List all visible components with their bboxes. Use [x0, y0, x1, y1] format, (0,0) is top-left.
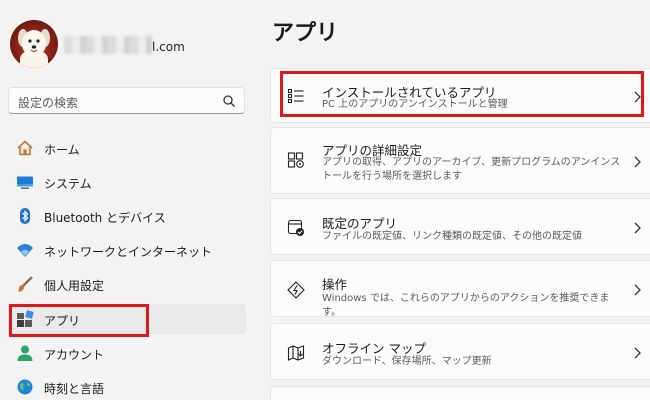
sidebar-item-home[interactable]: ホーム	[8, 133, 246, 163]
user-profile[interactable]: l.com	[10, 20, 250, 70]
card-description: PC 上のアプリのアンインストールと管理	[322, 99, 508, 110]
sidebar-item-label: 個人用設定	[44, 279, 105, 293]
card-description: ファイルの既定値、リンク種類の既定値、その他の既定値	[322, 231, 582, 242]
sidebar-item-personalization[interactable]: 個人用設定	[8, 269, 246, 299]
card-default-apps[interactable]: 既定のアプリ ファイルの既定値、リンク種類の既定値、その他の既定値	[270, 198, 650, 255]
installed-apps-icon	[287, 87, 305, 105]
brush-icon	[16, 275, 34, 293]
avatar[interactable]	[10, 20, 58, 68]
sidebar-item-label: システム	[44, 177, 92, 191]
card-actions[interactable]: 操作 Windows では、これらのアプリからのアクションを推奨できます。	[270, 260, 650, 318]
card-description: アプリの取得、アプリのアーカイブ、更新プログラムのアンインストールを行う場所を選…	[322, 157, 621, 182]
sidebar-item-system[interactable]: システム	[8, 167, 246, 197]
chevron-right-icon	[632, 283, 642, 297]
card-advanced-app-settings[interactable]: アプリの詳細設定 アプリの取得、アプリのアーカイブ、更新プログラムのアンインスト…	[270, 127, 650, 194]
bluetooth-icon	[16, 207, 34, 225]
card-offline-maps[interactable]: オフライン マップ ダウンロード、保存場所、マップ更新	[270, 323, 650, 380]
search-placeholder: 設定の検索	[18, 96, 79, 110]
search-icon[interactable]	[222, 94, 236, 108]
network-icon	[16, 241, 34, 259]
system-icon	[16, 173, 34, 191]
sidebar-item-label: ネットワークとインターネット	[44, 245, 213, 259]
sidebar-item-label: アカウント	[44, 348, 105, 362]
account-email: l.com	[152, 40, 185, 54]
sidebar-item-apps[interactable]: アプリ	[8, 304, 246, 334]
sidebar-item-time-language[interactable]: 時刻と言語	[8, 372, 246, 400]
sidebar-item-label: 時刻と言語	[44, 382, 105, 396]
advanced-apps-icon	[287, 151, 305, 169]
chevron-right-icon	[632, 346, 642, 360]
default-apps-icon	[287, 219, 305, 237]
card-description: Windows では、これらのアプリからのアクションを推奨できます。	[322, 293, 610, 318]
sidebar-item-label: アプリ	[44, 314, 81, 328]
search-input[interactable]: 設定の検索	[8, 87, 245, 114]
chevron-right-icon	[632, 90, 642, 104]
chevron-right-icon	[632, 155, 642, 169]
card-description: ダウンロード、保存場所、マップ更新	[322, 356, 492, 367]
offline-map-icon	[287, 344, 305, 362]
home-icon	[16, 139, 34, 157]
card-title: 操作	[322, 277, 348, 292]
card-installed-apps[interactable]: インストールされているアプリ PC 上のアプリのアンインストールと管理	[270, 68, 650, 123]
sidebar: l.com 設定の検索 ホーム システム Bluetooth とデバイス ネット…	[0, 0, 255, 400]
actions-icon	[287, 281, 305, 299]
sidebar-item-bluetooth[interactable]: Bluetooth とデバイス	[8, 201, 246, 231]
chevron-right-icon	[632, 221, 642, 235]
apps-icon	[16, 310, 34, 328]
sidebar-item-label: Bluetooth とデバイス	[44, 211, 166, 225]
card-partial[interactable]	[270, 386, 650, 400]
account-icon	[16, 344, 34, 362]
email-blurred	[64, 36, 152, 54]
globe-icon	[16, 378, 34, 396]
sidebar-item-network[interactable]: ネットワークとインターネット	[8, 235, 246, 265]
page-title: アプリ	[272, 21, 339, 46]
sidebar-item-accounts[interactable]: アカウント	[8, 338, 246, 368]
sidebar-item-label: ホーム	[44, 143, 80, 157]
